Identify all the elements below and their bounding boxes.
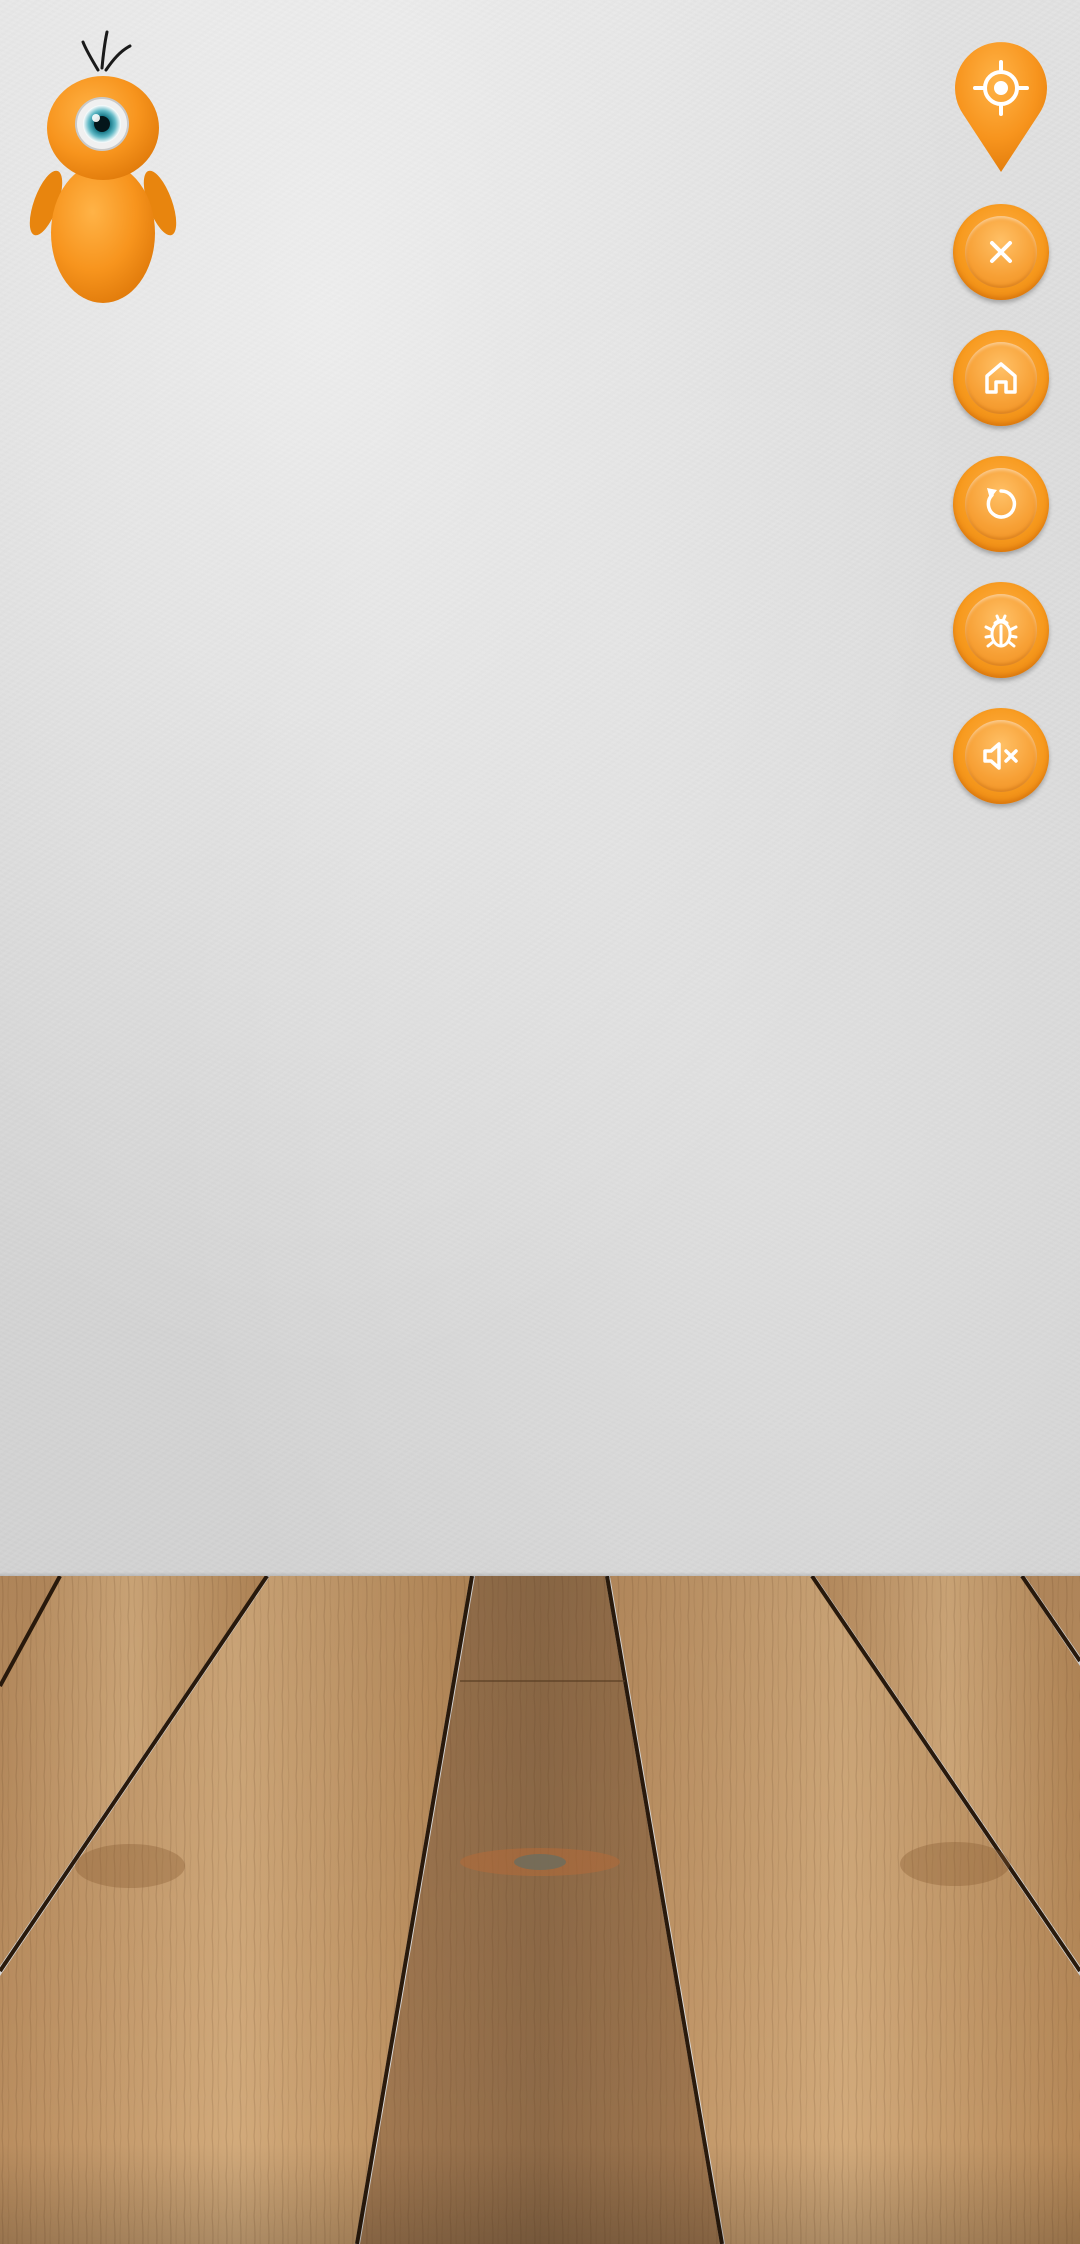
mascot-character — [29, 30, 177, 303]
speaker-mute-icon — [983, 742, 1018, 770]
close-button[interactable] — [953, 204, 1049, 300]
home-icon — [985, 362, 1017, 394]
restart-button[interactable] — [953, 456, 1049, 552]
locate-pin-button[interactable] — [953, 40, 1049, 174]
bug-report-button[interactable] — [953, 582, 1049, 678]
wooden-floor — [0, 1576, 1080, 2244]
wooden-planks — [0, 1576, 1080, 2244]
mute-button[interactable] — [953, 708, 1049, 804]
bug-icon — [984, 614, 1018, 648]
home-button[interactable] — [953, 330, 1049, 426]
restart-icon — [986, 488, 1017, 519]
close-icon — [990, 241, 1012, 263]
